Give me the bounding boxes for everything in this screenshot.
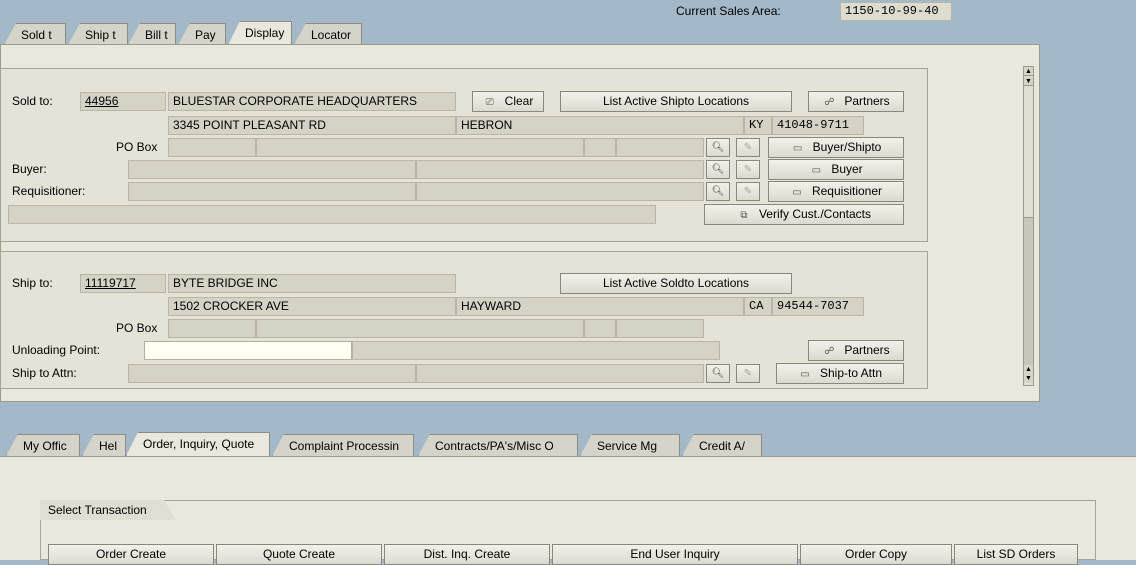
- end-user-inquiry-button[interactable]: End User Inquiry: [552, 544, 798, 565]
- ship-to-number[interactable]: 11119717: [80, 274, 166, 293]
- edit-icon: ✎: [736, 138, 760, 157]
- document-icon: ▭: [800, 369, 810, 380]
- ship-to-name: BYTE BRIDGE INC: [168, 274, 456, 293]
- quote-create-button[interactable]: Quote Create: [216, 544, 382, 565]
- list-sd-orders-button[interactable]: List SD Orders: [954, 544, 1078, 565]
- po-box-label: PO Box: [116, 140, 158, 154]
- ship-to-attn-field-2[interactable]: [416, 364, 704, 383]
- buyer-field[interactable]: [128, 160, 416, 179]
- ship-to-street: 1502 CROCKER AVE: [168, 297, 456, 316]
- buyer-field-2[interactable]: [416, 160, 704, 179]
- requisitioner-field-2[interactable]: [416, 182, 704, 201]
- ship-po-box-field-3: [584, 319, 616, 338]
- order-create-button[interactable]: Order Create: [48, 544, 214, 565]
- ship-po-box-field-4: [616, 319, 704, 338]
- ship-to-city: HAYWARD: [456, 297, 744, 316]
- sold-to-number[interactable]: 44956: [80, 92, 166, 111]
- tab-ship-to[interactable]: Ship t: [68, 23, 128, 45]
- ship-po-box-field: [168, 319, 256, 338]
- sold-to-state: KY: [744, 116, 772, 135]
- ship-to-zip: 94544-7037: [772, 297, 864, 316]
- clear-button[interactable]: ⎚ Clear: [472, 91, 544, 112]
- list-active-soldto-button[interactable]: List Active Soldto Locations: [560, 273, 792, 294]
- sales-area-label: Current Sales Area:: [676, 4, 781, 18]
- buyer-label: Buyer:: [12, 162, 47, 176]
- edit-icon: ✎: [736, 160, 760, 179]
- partners-icon: ☍: [824, 346, 835, 357]
- requisitioner-label: Requisitioner:: [12, 184, 86, 198]
- unloading-point-label: Unloading Point:: [12, 343, 101, 357]
- select-transaction-label: Select Transaction: [40, 500, 176, 520]
- scroll-up-icon[interactable]: ▲: [1024, 365, 1033, 374]
- sales-area-value: 1150-10-99-40: [840, 2, 952, 21]
- dist-inq-create-button[interactable]: Dist. Inq. Create: [384, 544, 550, 565]
- ship-po-box-field-2: [256, 319, 584, 338]
- scroll-thumb[interactable]: [1024, 217, 1033, 365]
- order-copy-button[interactable]: Order Copy: [800, 544, 952, 565]
- unloading-point-input[interactable]: [144, 341, 352, 360]
- sold-to-label: Sold to:: [12, 94, 53, 108]
- requisitioner-field[interactable]: [128, 182, 416, 201]
- tab-order-inquiry-quote[interactable]: Order, Inquiry, Quote: [126, 432, 270, 456]
- tab-service-mgmt[interactable]: Service Mg: [580, 434, 680, 456]
- binoculars-icon[interactable]: 🔍︎: [706, 138, 730, 157]
- document-icon: ▭: [792, 143, 803, 154]
- ship-to-attn-label: Ship to Attn:: [12, 366, 77, 380]
- tab-locator[interactable]: Locator: [294, 23, 362, 45]
- unloading-point-desc: [352, 341, 720, 360]
- edit-icon: ✎: [736, 182, 760, 201]
- tab-help[interactable]: Hel: [82, 434, 126, 456]
- ship-po-box-label: PO Box: [116, 321, 158, 335]
- edit-icon: ✎: [736, 364, 760, 383]
- verify-contacts-button[interactable]: ⧉ Verify Cust./Contacts: [704, 204, 904, 225]
- notes-field: [8, 205, 656, 224]
- po-box-field: [168, 138, 256, 157]
- scroll-up-icon[interactable]: ▲: [1024, 67, 1033, 76]
- sold-to-street: 3345 POINT PLEASANT RD: [168, 116, 456, 135]
- ship-partners-button[interactable]: ☍ Partners: [808, 340, 904, 361]
- buyer-button[interactable]: ▭ Buyer: [768, 159, 904, 180]
- tab-pay[interactable]: Pay: [178, 23, 226, 45]
- po-box-field-3: [584, 138, 616, 157]
- tab-sold-to[interactable]: Sold t: [4, 23, 66, 45]
- po-box-field-4: [616, 138, 704, 157]
- ship-to-label: Ship to:: [12, 276, 53, 290]
- tab-my-office[interactable]: My Offic: [6, 434, 80, 456]
- ship-to-attn-button[interactable]: ▭ Ship-to Attn: [776, 363, 904, 384]
- po-box-field-2: [256, 138, 584, 157]
- tab-credit[interactable]: Credit A/: [682, 434, 762, 456]
- vertical-scrollbar[interactable]: ▲ ▼ ▲ ▼: [1023, 66, 1034, 386]
- partners-button[interactable]: ☍ Partners: [808, 91, 904, 112]
- clear-icon: ⎚: [485, 97, 494, 108]
- tab-display[interactable]: Display: [228, 21, 292, 45]
- scroll-down-icon[interactable]: ▼: [1024, 77, 1033, 86]
- ship-to-attn-field[interactable]: [128, 364, 416, 383]
- sold-to-zip: 41048-9711: [772, 116, 864, 135]
- binoculars-icon[interactable]: 🔍︎: [706, 364, 730, 383]
- document-icon: ▭: [792, 187, 802, 198]
- binoculars-icon[interactable]: 🔍︎: [706, 182, 730, 201]
- sold-to-city: HEBRON: [456, 116, 744, 135]
- tab-complaint-processing[interactable]: Complaint Processin: [272, 434, 414, 456]
- list-active-shipto-button[interactable]: List Active Shipto Locations: [560, 91, 792, 112]
- sold-to-name: BLUESTAR CORPORATE HEADQUARTERS: [168, 92, 456, 111]
- verify-icon: ⧉: [740, 210, 748, 221]
- buyer-shipto-button[interactable]: ▭ Buyer/Shipto: [768, 137, 904, 158]
- tab-bill-to[interactable]: Bill t: [128, 23, 176, 45]
- binoculars-icon[interactable]: 🔍︎: [706, 160, 730, 179]
- partners-icon: ☍: [824, 97, 835, 108]
- ship-to-state: CA: [744, 297, 772, 316]
- requisitioner-button[interactable]: ▭ Requisitioner: [768, 181, 904, 202]
- tab-contracts[interactable]: Contracts/PA's/Misc O: [418, 434, 578, 456]
- scroll-down-icon[interactable]: ▼: [1024, 374, 1033, 383]
- document-icon: ▭: [811, 165, 822, 176]
